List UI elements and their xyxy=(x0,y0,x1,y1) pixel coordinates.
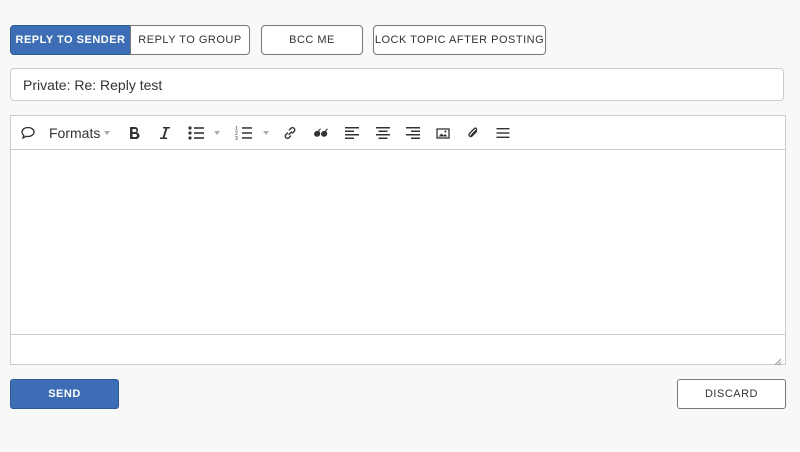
chevron-down-icon xyxy=(104,131,110,135)
attachment-icon[interactable] xyxy=(463,123,483,143)
bullet-list-icon[interactable] xyxy=(186,123,206,143)
comment-icon[interactable] xyxy=(18,123,38,143)
chevron-down-icon[interactable] xyxy=(214,131,220,135)
reply-mode-group: Reply to Sender Reply to Group xyxy=(10,25,250,55)
chevron-down-icon[interactable] xyxy=(263,131,269,135)
send-button[interactable]: Send xyxy=(10,379,119,409)
editor-statusbar xyxy=(11,334,785,366)
reply-to-group-button[interactable]: Reply to Group xyxy=(130,25,250,55)
italic-icon[interactable] xyxy=(155,123,175,143)
blockquote-icon[interactable] xyxy=(311,123,331,143)
resize-handle-icon[interactable] xyxy=(774,353,782,366)
align-center-icon[interactable] xyxy=(373,123,393,143)
link-icon[interactable] xyxy=(280,123,300,143)
bcc-me-button[interactable]: BCC Me xyxy=(261,25,363,55)
bold-icon[interactable] xyxy=(124,123,144,143)
subject-input[interactable] xyxy=(10,68,784,101)
image-icon[interactable] xyxy=(433,123,453,143)
align-right-icon[interactable] xyxy=(403,123,423,143)
align-left-icon[interactable] xyxy=(342,123,362,143)
lock-topic-button[interactable]: Lock Topic after Posting xyxy=(373,25,546,55)
editor-toolbar: Formats 123 xyxy=(11,116,785,150)
editor-body[interactable] xyxy=(11,150,785,334)
reply-to-sender-button[interactable]: Reply to Sender xyxy=(10,25,131,55)
numbered-list-icon[interactable]: 123 xyxy=(234,123,254,143)
svg-text:3: 3 xyxy=(235,136,238,141)
formats-label: Formats xyxy=(49,125,101,141)
rich-text-editor: Formats 123 xyxy=(10,115,786,366)
discard-button[interactable]: Discard xyxy=(677,379,786,409)
menu-icon[interactable] xyxy=(493,123,513,143)
